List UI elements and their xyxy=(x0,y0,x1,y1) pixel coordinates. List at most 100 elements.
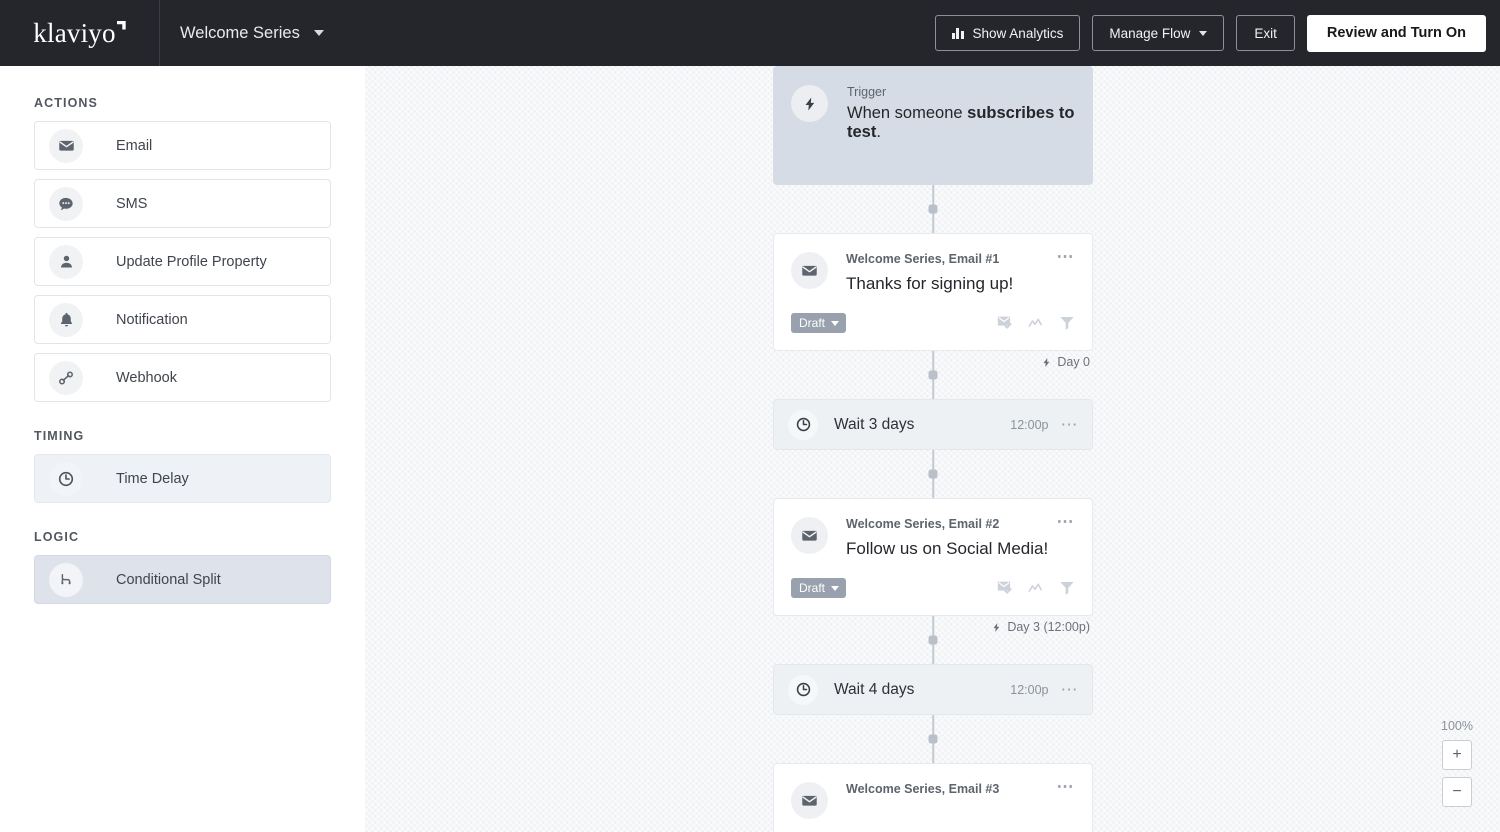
split-icon xyxy=(49,562,83,597)
email-card-meta: Welcome Series, Email #1 ⋯ Thanks for si… xyxy=(846,248,1076,294)
brand-flag-icon xyxy=(116,20,126,30)
brand-wordmark: klaviyo xyxy=(33,19,126,47)
email-card-meta: Welcome Series, Email #2 ⋯ Follow us on … xyxy=(846,513,1076,559)
email-kicker-row: Welcome Series, Email #2 ⋯ xyxy=(846,513,1076,531)
palette-item-webhook[interactable]: Webhook xyxy=(34,353,331,402)
email-card[interactable]: Welcome Series, Email #2 ⋯ Follow us on … xyxy=(773,498,1093,634)
email-kicker-label: Welcome Series, Email #1 xyxy=(846,252,1000,266)
bar-chart-icon xyxy=(951,27,964,39)
palette-item-notification[interactable]: Notification xyxy=(34,295,331,344)
envelope-icon xyxy=(791,252,828,289)
palette-item-label: Time Delay xyxy=(116,470,189,487)
email-card[interactable]: Welcome Series, Email #3 ⋯ xyxy=(773,763,1093,832)
time-delay-options-menu-button[interactable]: ⋯ xyxy=(1061,681,1080,698)
show-analytics-label: Show Analytics xyxy=(972,25,1064,41)
email-card[interactable]: Welcome Series, Email #1 ⋯ Thanks for si… xyxy=(773,233,1093,369)
flow-chain: Trigger When someone subscribes to test. xyxy=(773,66,1093,832)
add-step-node[interactable] xyxy=(928,469,938,479)
smart-sending-icon[interactable] xyxy=(1028,581,1046,595)
trigger-text-before: When someone xyxy=(847,104,968,122)
add-step-node[interactable] xyxy=(928,734,938,744)
trigger-description: When someone subscribes to test. xyxy=(847,104,1075,142)
envelope-check-icon[interactable] xyxy=(997,580,1015,596)
envelope-check-icon[interactable] xyxy=(997,315,1015,331)
email-options-menu-button[interactable]: ⋯ xyxy=(1057,778,1076,795)
add-step-node[interactable] xyxy=(928,370,938,380)
zoom-out-button[interactable]: − xyxy=(1442,777,1472,807)
email-kicker-label: Welcome Series, Email #3 xyxy=(846,782,1000,796)
add-step-node[interactable] xyxy=(928,635,938,645)
top-bar: klaviyo Welcome Series Show Analytics Ma… xyxy=(0,0,1500,66)
zoom-in-button[interactable]: + xyxy=(1442,740,1472,770)
app-body: ACTIONS Email SMS Update Profile Propert… xyxy=(0,66,1500,832)
bell-icon xyxy=(49,302,83,337)
status-badge[interactable]: Draft xyxy=(791,578,847,598)
email-card-meta: Welcome Series, Email #3 ⋯ xyxy=(846,778,1076,819)
time-delay-card[interactable]: Wait 3 days 12:00p ⋯ xyxy=(773,399,1093,450)
flow-builder-app: klaviyo Welcome Series Show Analytics Ma… xyxy=(0,0,1500,832)
smart-sending-icon[interactable] xyxy=(1028,316,1046,330)
chevron-down-icon xyxy=(313,30,324,36)
zoom-controls: 100% + − xyxy=(1441,719,1473,807)
section-title-timing: TIMING xyxy=(34,429,85,443)
email-footer-icons xyxy=(997,580,1075,596)
chevron-down-icon xyxy=(831,320,840,326)
time-delay-card[interactable]: Wait 4 days 12:00p ⋯ xyxy=(773,664,1093,715)
clock-icon xyxy=(49,461,83,496)
flow-name-dropdown[interactable]: Welcome Series xyxy=(180,24,324,43)
palette-item-conditional-split[interactable]: Conditional Split xyxy=(34,555,331,604)
exit-button[interactable]: Exit xyxy=(1236,15,1295,51)
component-palette-sidebar: ACTIONS Email SMS Update Profile Propert… xyxy=(0,66,365,832)
review-and-turn-on-button[interactable]: Review and Turn On xyxy=(1306,14,1486,52)
palette-item-sms[interactable]: SMS xyxy=(34,179,331,228)
status-badge[interactable]: Draft xyxy=(791,313,847,333)
palette-item-label: Webhook xyxy=(116,369,177,386)
palette-item-email[interactable]: Email xyxy=(34,121,331,170)
email-card-footer: Draft xyxy=(791,313,1075,347)
status-badge-label: Draft xyxy=(799,581,826,595)
trigger-text-after: . xyxy=(876,123,881,141)
email-card-footer: Draft xyxy=(791,578,1075,612)
manage-flow-button[interactable]: Manage Flow xyxy=(1092,15,1225,51)
palette-item-update-profile-property[interactable]: Update Profile Property xyxy=(34,237,331,286)
show-analytics-button[interactable]: Show Analytics xyxy=(934,15,1081,51)
time-delay-label: Wait 4 days xyxy=(834,680,915,698)
email-subject: Follow us on Social Media! xyxy=(846,539,1049,558)
status-badge-label: Draft xyxy=(799,316,826,330)
lightning-bolt-icon xyxy=(791,85,828,122)
flow-canvas[interactable]: Trigger When someone subscribes to test. xyxy=(365,66,1500,832)
top-bar-actions: Show Analytics Manage Flow Exit Review a… xyxy=(934,14,1500,52)
section-title-logic: LOGIC xyxy=(34,530,80,544)
add-step-node[interactable] xyxy=(928,204,938,214)
time-delay-options-menu-button[interactable]: ⋯ xyxy=(1061,416,1080,433)
envelope-icon xyxy=(49,128,83,163)
klaviyo-logo[interactable]: klaviyo xyxy=(0,0,160,66)
connector xyxy=(773,450,1093,498)
exit-label: Exit xyxy=(1254,25,1277,41)
time-delay-time: 12:00p xyxy=(1010,417,1049,432)
person-icon xyxy=(49,244,83,279)
webhook-icon xyxy=(49,360,83,395)
palette-section-actions: ACTIONS Email SMS Update Profile Propert… xyxy=(34,96,331,402)
filter-icon[interactable] xyxy=(1059,315,1075,331)
palette-section-logic: LOGIC Conditional Split xyxy=(34,530,331,604)
palette-item-label: SMS xyxy=(116,195,148,212)
chevron-down-icon xyxy=(1199,30,1208,36)
email-kicker-row: Welcome Series, Email #1 ⋯ xyxy=(846,248,1076,266)
filter-icon[interactable] xyxy=(1059,580,1075,596)
email-card-header: Welcome Series, Email #1 ⋯ Thanks for si… xyxy=(791,248,1076,294)
palette-item-label: Update Profile Property xyxy=(116,253,267,270)
time-delay-time: 12:00p xyxy=(1010,682,1049,697)
palette-item-label: Notification xyxy=(116,311,188,328)
email-footer-icons xyxy=(997,315,1075,331)
palette-item-time-delay[interactable]: Time Delay xyxy=(34,454,331,503)
email-options-menu-button[interactable]: ⋯ xyxy=(1057,513,1076,530)
email-options-menu-button[interactable]: ⋯ xyxy=(1057,248,1076,265)
review-and-turn-on-label: Review and Turn On xyxy=(1326,25,1466,41)
trigger-card[interactable]: Trigger When someone subscribes to test. xyxy=(773,66,1093,185)
flow-name-label: Welcome Series xyxy=(180,23,300,42)
email-kicker-row: Welcome Series, Email #3 ⋯ xyxy=(846,778,1076,796)
clock-icon xyxy=(788,409,818,440)
email-card-header: Welcome Series, Email #3 ⋯ xyxy=(791,778,1076,819)
connector xyxy=(773,185,1093,233)
